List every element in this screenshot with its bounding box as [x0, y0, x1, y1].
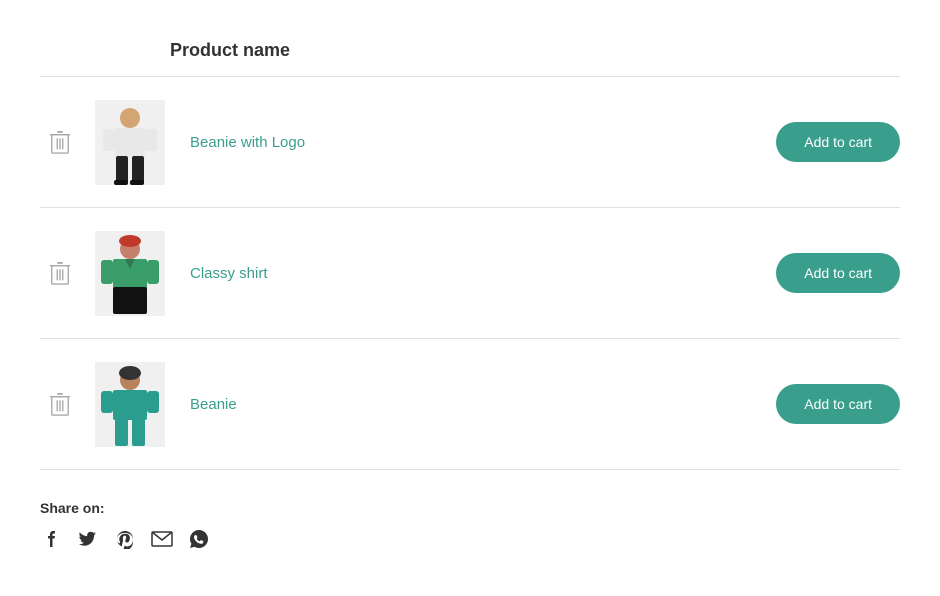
- column-header-product-name: Product name: [170, 40, 900, 61]
- add-to-cart-button-3[interactable]: Add to cart: [776, 384, 900, 424]
- product-image-svg-1: [95, 100, 165, 185]
- add-to-cart-button-2[interactable]: Add to cart: [776, 253, 900, 293]
- product-image-1: [90, 97, 170, 187]
- add-to-cart-button-1[interactable]: Add to cart: [776, 122, 900, 162]
- product-name-1: Beanie with Logo: [190, 134, 756, 151]
- delete-button-1[interactable]: [40, 129, 80, 155]
- email-icon[interactable]: [151, 528, 173, 550]
- product-name-3: Beanie: [190, 396, 756, 413]
- trash-icon: [49, 260, 71, 286]
- product-name-2: Classy shirt: [190, 265, 756, 282]
- delete-button-3[interactable]: [40, 391, 80, 417]
- share-section: Share on:: [40, 470, 900, 560]
- product-image-2: [90, 228, 170, 318]
- trash-icon: [49, 129, 71, 155]
- facebook-icon[interactable]: [40, 528, 62, 550]
- delete-button-2[interactable]: [40, 260, 80, 286]
- product-image-svg-3: [95, 362, 165, 447]
- share-icons: [40, 528, 900, 550]
- twitter-icon[interactable]: [77, 528, 99, 550]
- product-image-3: [90, 359, 170, 449]
- trash-icon: [49, 391, 71, 417]
- product-image-svg-2: [95, 231, 165, 316]
- product-row: Beanie with Logo Add to cart: [40, 77, 900, 208]
- share-label: Share on:: [40, 500, 900, 516]
- product-row: Classy shirt Add to cart: [40, 208, 900, 339]
- table-header: Product name: [40, 30, 900, 77]
- main-container: Product name: [20, 0, 920, 590]
- whatsapp-icon[interactable]: [188, 528, 210, 550]
- product-row: Beanie Add to cart: [40, 339, 900, 470]
- pinterest-icon[interactable]: [114, 528, 136, 550]
